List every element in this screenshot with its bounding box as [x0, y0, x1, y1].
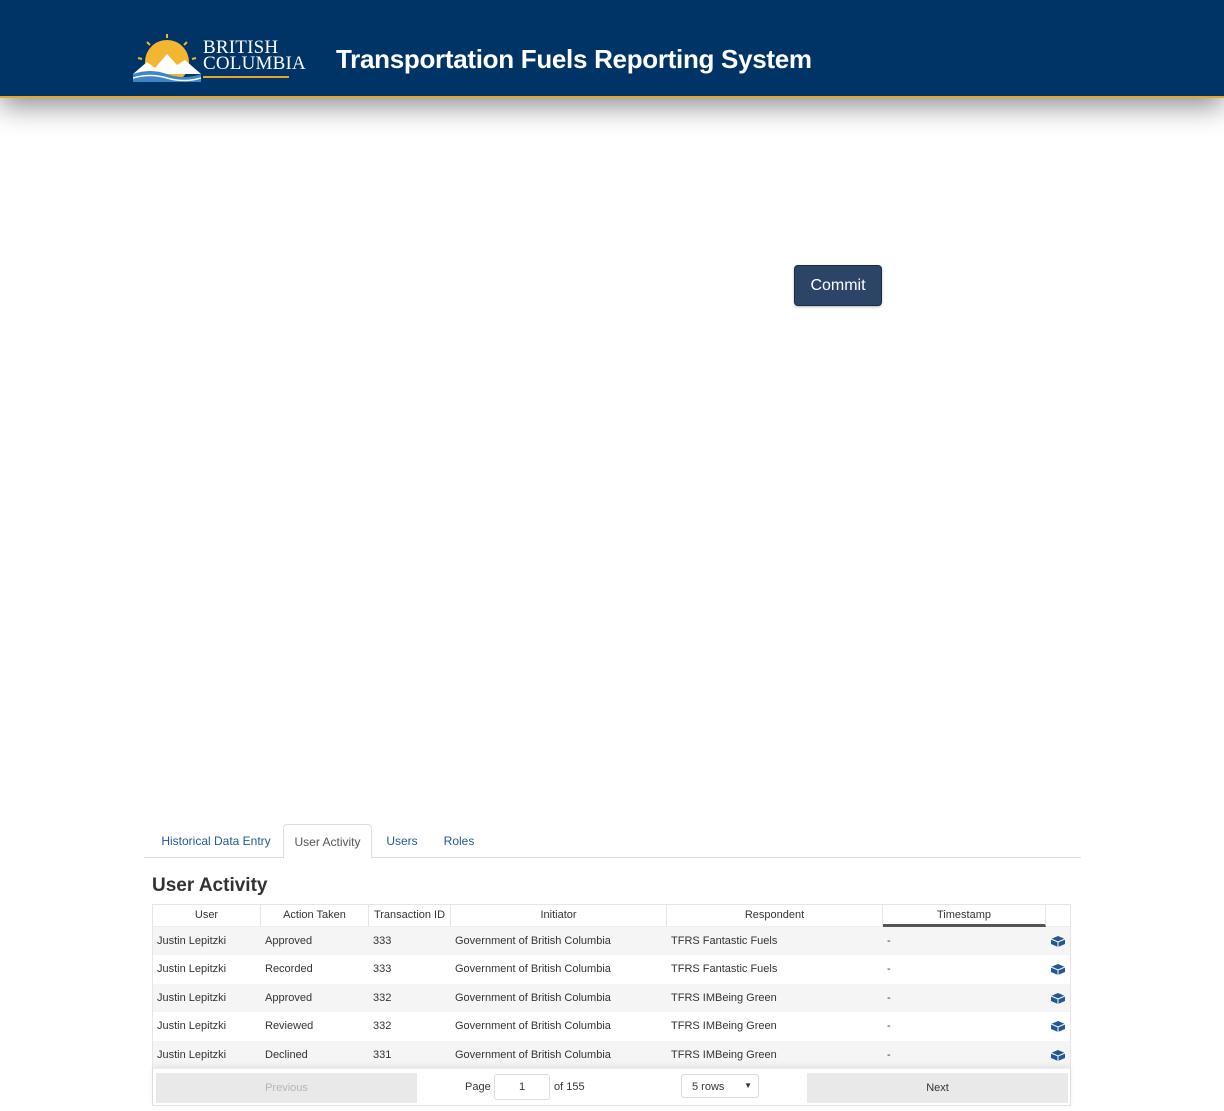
logo-underline: [203, 76, 289, 78]
app-title: Transportation Fuels Reporting System: [336, 44, 812, 74]
cell-initiator: Government of British Columbia: [455, 991, 611, 1004]
bc-logo-text: BRITISH COLUMBIA: [203, 38, 306, 74]
page-total: of 155: [554, 1081, 585, 1093]
box-icon[interactable]: [1050, 992, 1066, 1004]
cell-timestamp: -: [887, 1048, 891, 1061]
tab-historical-data-entry[interactable]: Historical Data Entry: [152, 824, 280, 858]
cell-action-taken: Recorded: [265, 963, 313, 976]
cell-initiator: Government of British Columbia: [455, 935, 611, 947]
table-row: Justin Lepitzki Approved 332 Government of …: [153, 983, 1070, 1012]
previous-button[interactable]: Previous: [156, 1073, 417, 1103]
box-icon[interactable]: [1050, 1021, 1066, 1033]
cell-user: Justin Lepitzki: [157, 963, 227, 976]
page-label: Page: [465, 1081, 491, 1093]
cell-respondent: TFRS IMBeing Green: [671, 1048, 777, 1061]
box-icon[interactable]: [1050, 964, 1066, 976]
cell-user: Justin Lepitzki: [157, 1020, 227, 1033]
column-header-user[interactable]: User: [153, 905, 261, 927]
page-number-input[interactable]: [494, 1074, 550, 1100]
cell-user: Justin Lepitzki: [157, 935, 227, 947]
cell-timestamp: -: [887, 1020, 891, 1033]
caret-down-icon: ▼: [744, 1081, 752, 1090]
cell-initiator: Government of British Columbia: [455, 1048, 611, 1061]
cell-timestamp: -: [887, 963, 891, 976]
table-header: User Action Taken Transaction ID Initiat…: [153, 905, 1070, 927]
admin-tabs: Historical Data Entry User Activity User…: [144, 824, 1081, 859]
cell-respondent: TFRS Fantastic Fuels: [671, 935, 778, 947]
cell-user: Justin Lepitzki: [157, 1048, 227, 1061]
cell-transaction-id: 333: [373, 935, 392, 947]
section-title: User Activity: [152, 875, 268, 896]
column-header-timestamp[interactable]: Timestamp: [883, 905, 1046, 927]
box-icon[interactable]: [1050, 1049, 1066, 1061]
cell-initiator: Government of British Columbia: [455, 963, 611, 976]
table-row: Justin Lepitzki Reviewed 332 Government of …: [153, 1012, 1070, 1040]
tab-users[interactable]: Users: [379, 824, 425, 858]
cell-respondent: TFRS Fantastic Fuels: [671, 963, 778, 976]
cell-timestamp: -: [887, 935, 891, 947]
tab-user-activity[interactable]: User Activity: [283, 824, 372, 859]
tab-roles[interactable]: Roles: [436, 824, 482, 858]
bc-logo[interactable]: BRITISH COLUMBIA: [133, 32, 306, 82]
cell-timestamp: -: [887, 991, 891, 1004]
next-button[interactable]: Next: [807, 1073, 1068, 1103]
cell-action-taken: Declined: [265, 1048, 308, 1061]
commit-button[interactable]: Commit: [794, 265, 882, 306]
user-activity-table: User Action Taken Transaction ID Initiat…: [152, 904, 1071, 1106]
cell-transaction-id: 332: [373, 991, 392, 1004]
rows-per-page-select[interactable]: 5 rows ▼: [681, 1074, 759, 1098]
app-header: BRITISH COLUMBIA Transportation Fuels Re…: [0, 0, 1224, 98]
table-row: Justin Lepitzki Recorded 333 Government of …: [153, 955, 1070, 983]
cell-initiator: Government of British Columbia: [455, 1020, 611, 1033]
pagination: Previous Page of 155 5 rows ▼ Next: [153, 1068, 1070, 1105]
cell-action-taken: Approved: [265, 991, 313, 1004]
column-header-initiator[interactable]: Initiator: [451, 905, 667, 927]
cell-action-taken: Reviewed: [265, 1020, 314, 1033]
column-header-transaction-id[interactable]: Transaction ID: [369, 905, 451, 927]
bc-logo-sun-icon: [133, 34, 201, 82]
cell-action-taken: Approved: [265, 935, 313, 947]
logo-line2: COLUMBIA: [203, 53, 306, 74]
cell-transaction-id: 331: [373, 1048, 392, 1061]
table-row: Justin Lepitzki Declined 331 Government of …: [153, 1040, 1070, 1069]
cell-transaction-id: 333: [373, 963, 392, 976]
cell-transaction-id: 332: [373, 1020, 392, 1033]
rows-per-page-value: 5 rows: [692, 1081, 725, 1093]
cell-respondent: TFRS IMBeing Green: [671, 991, 777, 1004]
column-header-respondent[interactable]: Respondent: [667, 905, 883, 927]
cell-respondent: TFRS IMBeing Green: [671, 1020, 777, 1033]
cell-user: Justin Lepitzki: [157, 991, 227, 1004]
column-header-action-taken[interactable]: Action Taken: [261, 905, 369, 927]
box-icon[interactable]: [1050, 936, 1066, 947]
column-header-actions: [1046, 905, 1070, 927]
table-row: Justin Lepitzki Approved 333 Government of …: [153, 927, 1070, 955]
